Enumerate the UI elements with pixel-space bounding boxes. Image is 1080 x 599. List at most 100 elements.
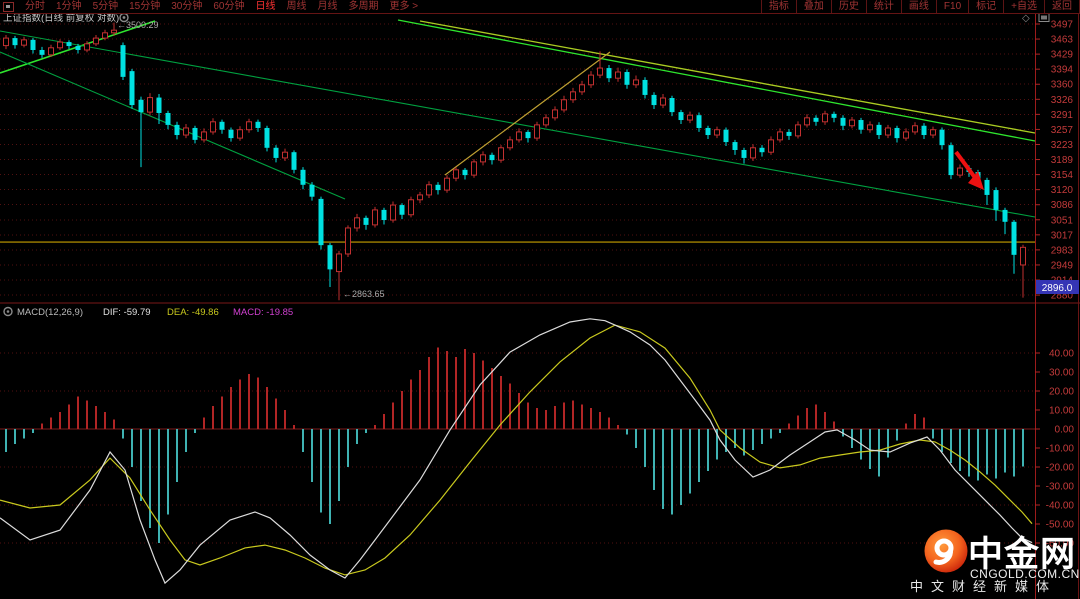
candle-body bbox=[904, 132, 909, 138]
macd-bar bbox=[761, 429, 763, 444]
macd-bar bbox=[1013, 429, 1015, 477]
macd-bar bbox=[617, 425, 619, 429]
candle-body bbox=[319, 199, 324, 245]
macd-dif-value: DIF: -59.79 bbox=[103, 307, 151, 318]
candle-body bbox=[589, 75, 594, 85]
candle-body bbox=[787, 132, 792, 136]
toolbar-draw-line[interactable]: 画线 bbox=[901, 0, 936, 13]
macd-indicator-label[interactable]: MACD(12,26,9) bbox=[17, 307, 83, 318]
macd-bar bbox=[662, 429, 664, 509]
macd-bar bbox=[977, 429, 979, 480]
price-axis-label: 3429 bbox=[1051, 50, 1074, 61]
candle-body bbox=[940, 130, 945, 145]
toolbar-add-watchlist[interactable]: +自选 bbox=[1003, 0, 1044, 13]
macd-axis-label: -30.00 bbox=[1046, 482, 1075, 493]
price-axis-label: 2983 bbox=[1051, 245, 1074, 256]
macd-bar bbox=[779, 429, 781, 433]
high-annotation: ←3500.29 bbox=[117, 20, 159, 30]
macd-bar bbox=[500, 376, 502, 429]
brand-tagline: 中文财经新媒体 bbox=[910, 579, 1057, 594]
timeframe-time-sharing[interactable]: 分时 bbox=[25, 0, 45, 13]
macd-bar bbox=[347, 429, 349, 467]
macd-bar bbox=[1004, 429, 1006, 473]
candle-body bbox=[895, 128, 900, 138]
timeframe-daily[interactable]: 日线 bbox=[256, 0, 276, 13]
timeframe-weekly[interactable]: 周线 bbox=[287, 0, 307, 13]
trendline[interactable] bbox=[398, 20, 1035, 141]
toolbar-indicator[interactable]: 指标 bbox=[761, 0, 796, 13]
candle-body bbox=[211, 122, 216, 132]
macd-bar bbox=[176, 429, 178, 482]
macd-bar bbox=[887, 429, 889, 458]
timeframe-5min[interactable]: 5分钟 bbox=[93, 0, 119, 13]
candle-body bbox=[463, 170, 468, 175]
macd-bar bbox=[320, 429, 322, 513]
macd-bar bbox=[14, 429, 16, 444]
trendline[interactable] bbox=[445, 52, 610, 175]
trendline[interactable] bbox=[0, 31, 1035, 217]
candle-body bbox=[220, 122, 225, 130]
macd-bar bbox=[590, 408, 592, 429]
macd-bar bbox=[680, 429, 682, 505]
candle-body bbox=[607, 68, 612, 78]
macd-bar bbox=[635, 429, 637, 448]
trendline[interactable] bbox=[420, 21, 1035, 133]
macd-bar bbox=[581, 404, 583, 429]
macd-bar bbox=[770, 429, 772, 439]
price-axis-label: 3051 bbox=[1051, 215, 1074, 226]
macd-bar bbox=[77, 397, 79, 429]
toolbar-overlay[interactable]: 叠加 bbox=[796, 0, 831, 13]
candle-body bbox=[778, 132, 783, 140]
window-icon[interactable] bbox=[3, 2, 14, 12]
diamond-icon[interactable]: ◇ bbox=[1022, 13, 1030, 24]
candle-body bbox=[409, 200, 414, 215]
timeframe-30min[interactable]: 30分钟 bbox=[171, 0, 202, 13]
macd-bar bbox=[284, 410, 286, 429]
macd-bar bbox=[50, 418, 52, 429]
candle-body bbox=[850, 120, 855, 126]
timeframe-15min[interactable]: 15分钟 bbox=[129, 0, 160, 13]
window-corner-icon[interactable] bbox=[1039, 14, 1049, 22]
macd-bar bbox=[113, 420, 115, 430]
chart-canvas: 3497346334293394336033263291325732233189… bbox=[0, 0, 1080, 599]
candle-body bbox=[391, 205, 396, 220]
trendline-layer[interactable] bbox=[0, 20, 1035, 217]
trendline[interactable] bbox=[0, 52, 345, 199]
timeframe-multi-period[interactable]: 多周期 bbox=[349, 0, 379, 13]
toolbar-history[interactable]: 历史 bbox=[831, 0, 866, 13]
timeframe-60min[interactable]: 60分钟 bbox=[213, 0, 244, 13]
candle-body bbox=[868, 125, 873, 130]
candle-body bbox=[4, 38, 9, 45]
macd-bar bbox=[491, 368, 493, 429]
candle-body bbox=[445, 178, 450, 190]
candle-body bbox=[886, 128, 891, 135]
candle-body bbox=[1003, 210, 1008, 222]
timeframe-more[interactable]: 更多 > bbox=[390, 0, 419, 13]
macd-bar bbox=[527, 402, 529, 429]
toolbar-mark[interactable]: 标记 bbox=[968, 0, 1003, 13]
toolbar-f10[interactable]: F10 bbox=[936, 0, 968, 13]
macd-bar bbox=[734, 429, 736, 448]
price-axis-label: 3326 bbox=[1051, 95, 1074, 106]
timeframe-toolbar: 分时 1分钟 5分钟 15分钟 30分钟 60分钟日线周线月线多周期更多 > bbox=[0, 0, 418, 13]
toolbar-statistics[interactable]: 统计 bbox=[866, 0, 901, 13]
macd-bar bbox=[482, 361, 484, 429]
macd-axis-label: 10.00 bbox=[1049, 406, 1074, 417]
candle-body bbox=[688, 115, 693, 120]
candle-body bbox=[301, 170, 306, 185]
macd-bar bbox=[32, 429, 34, 433]
candle-body bbox=[67, 42, 72, 46]
candle-body bbox=[544, 118, 549, 125]
macd-bar bbox=[563, 402, 565, 429]
timeframe-1min[interactable]: 1分钟 bbox=[56, 0, 82, 13]
macd-axis-label: -10.00 bbox=[1046, 444, 1075, 455]
macd-bar bbox=[5, 429, 7, 452]
candle-body bbox=[913, 126, 918, 132]
candle-body bbox=[724, 130, 729, 142]
timeframe-monthly[interactable]: 月线 bbox=[318, 0, 338, 13]
macd-bar bbox=[428, 357, 430, 429]
macd-bar bbox=[518, 393, 520, 429]
toolbar-back[interactable]: 返回 bbox=[1044, 0, 1080, 13]
low-annotation: ←2863.65 bbox=[343, 289, 385, 299]
macd-axis-label: 40.00 bbox=[1049, 349, 1074, 360]
